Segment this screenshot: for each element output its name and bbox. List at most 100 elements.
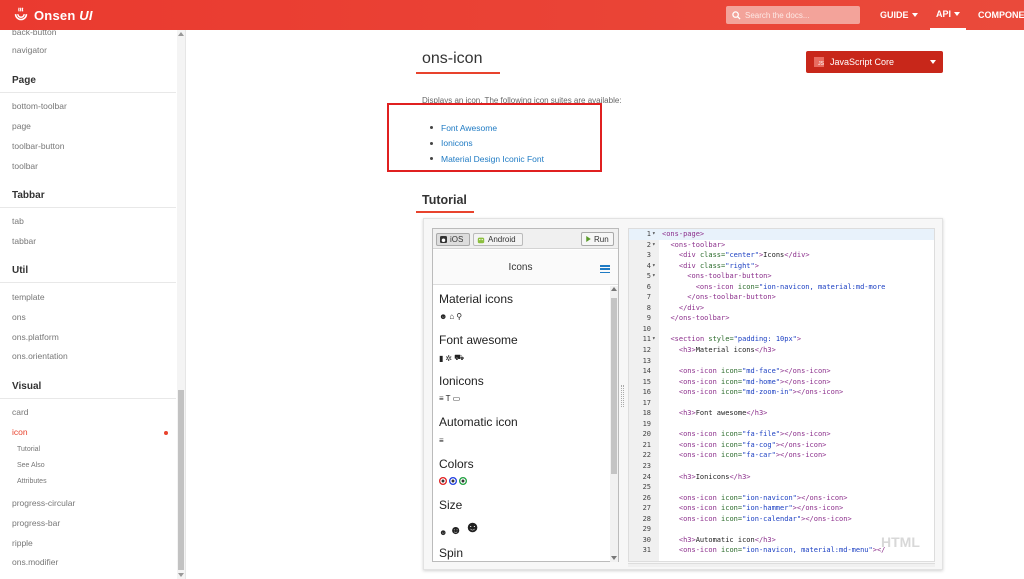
code-line[interactable]: 25 — [629, 482, 934, 493]
nav-guide[interactable]: GUIDE — [880, 0, 918, 30]
code-line[interactable]: 1 ▾ <ons-page> — [629, 229, 934, 240]
sidebar-item-ons-platform[interactable]: ons.platform — [12, 332, 59, 342]
sidebar-subitem-see-also[interactable]: See Also — [17, 462, 45, 469]
sidebar-item-tabbar[interactable]: tabbar — [12, 236, 36, 246]
sidebar-item-card[interactable]: card — [12, 407, 29, 417]
heading-font-awesome: Font awesome — [439, 333, 518, 347]
sidebar-item-progress-circular[interactable]: progress-circular — [12, 498, 75, 508]
scrollbar-thumb[interactable] — [178, 390, 184, 570]
ios-button[interactable]: iOS — [436, 233, 470, 246]
code-line[interactable]: 19 — [629, 419, 934, 430]
chevron-down-icon — [911, 13, 918, 17]
run-button[interactable]: Run — [581, 232, 614, 246]
code-line[interactable]: 13 — [629, 356, 934, 367]
sidebar-item-tab[interactable]: tab — [12, 216, 24, 226]
sidebar-item-back-button[interactable]: back-button — [12, 30, 56, 37]
code-line[interactable]: 17 — [629, 398, 934, 409]
language-select[interactable]: JS JavaScript Core — [806, 51, 943, 73]
sidebar-section-util: Util — [12, 265, 29, 276]
code-line[interactable]: 10 — [629, 324, 934, 335]
nav-components[interactable]: COMPONE — [978, 0, 1024, 30]
sidebar-subitem-tutorial[interactable]: Tutorial — [17, 446, 40, 453]
code-line[interactable]: 24 <h3>Ionicons</h3> — [629, 472, 934, 483]
menu-icon[interactable] — [600, 265, 610, 274]
code-line[interactable]: 15 <ons-icon icon="md-home"></ons-icon> — [629, 377, 934, 388]
chevron-down-icon — [930, 60, 936, 64]
fold-arrow-icon[interactable]: ▾ — [652, 261, 656, 272]
line-number: 20 — [642, 430, 651, 439]
sidebar-item-page[interactable]: page — [12, 121, 31, 131]
sidebar-item-icon[interactable]: icon — [12, 427, 28, 437]
size-icons-row: ☻ ☻ ☻ — [439, 519, 481, 537]
scrollbar-thumb[interactable] — [611, 298, 617, 474]
code-line[interactable]: 4 ▾ <div class="right"> — [629, 261, 934, 272]
code-line[interactable]: 3 <div class="center">Icons</div> — [629, 250, 934, 261]
code-line[interactable]: 28 <ons-icon icon="ion-calendar"></ons-i… — [629, 514, 934, 525]
fold-arrow-icon[interactable]: ▾ — [652, 240, 656, 251]
code-line[interactable]: 9 </ons-toolbar> — [629, 313, 934, 324]
sidebar-item-bottom-toolbar[interactable]: bottom-toolbar — [12, 101, 67, 111]
line-number: 17 — [642, 398, 651, 407]
code-line[interactable]: 12 <h3>Material icons</h3> — [629, 345, 934, 356]
code-line[interactable]: 20 <ons-icon icon="fa-file"></ons-icon> — [629, 429, 934, 440]
preview-scrollbar[interactable] — [610, 286, 618, 562]
code-line[interactable]: 26 <ons-icon icon="ion-navicon"></ons-ic… — [629, 493, 934, 504]
file-icon: ▮ — [439, 354, 444, 363]
scroll-down-arrow-icon[interactable] — [178, 573, 184, 577]
material-icons-row: ☻ ⌂ ⚲ — [439, 312, 462, 321]
scroll-down-arrow-icon[interactable] — [611, 556, 617, 560]
sidebar-item-toolbar-button[interactable]: toolbar-button — [12, 141, 64, 151]
line-number: 11 — [642, 335, 651, 344]
title-underline — [416, 72, 500, 74]
code-line[interactable]: 7 </ons-toolbar-button> — [629, 292, 934, 303]
code-line[interactable]: 2 ▾ <ons-toolbar> — [629, 240, 934, 251]
sidebar-item-ons-orientation[interactable]: ons.orientation — [12, 351, 68, 361]
fold-arrow-icon[interactable]: ▾ — [652, 271, 656, 282]
sidebar-item-progress-bar[interactable]: progress-bar — [12, 518, 60, 528]
face-icon-small: ☻ — [439, 528, 448, 537]
code-line[interactable]: 16 <ons-icon icon="md-zoom-in"></ons-ico… — [629, 387, 934, 398]
code-line[interactable]: 22 <ons-icon icon="fa-car"></ons-icon> — [629, 450, 934, 461]
fold-arrow-icon[interactable]: ▾ — [652, 334, 656, 345]
nav-api[interactable]: API — [930, 0, 967, 30]
code-line[interactable]: 21 <ons-icon icon="fa-cog"></ons-icon> — [629, 440, 934, 451]
sidebar-item-template[interactable]: template — [12, 292, 45, 302]
code-line[interactable]: 14 <ons-icon icon="md-face"></ons-icon> — [629, 366, 934, 377]
fold-arrow-icon[interactable]: ▾ — [652, 229, 656, 240]
divider — [0, 207, 176, 208]
code-editor[interactable]: 1 ▾ <ons-page> 2 ▾ <ons-toolbar> 3 <div class… — [628, 228, 935, 562]
sidebar-section-visual: Visual — [12, 381, 42, 392]
sidebar-item-toolbar[interactable]: toolbar — [12, 161, 38, 171]
sidebar-item-ripple[interactable]: ripple — [12, 538, 33, 548]
code-line[interactable]: 5 ▾ <ons-toolbar-button> — [629, 271, 934, 282]
search-box[interactable] — [726, 6, 860, 24]
code-line[interactable]: 11 ▾ <section style="padding: 10px"> — [629, 334, 934, 345]
editor-horizontal-scrollbar[interactable] — [628, 563, 935, 567]
code-line[interactable]: 27 <ons-icon icon="ion-hammer"></ons-ico… — [629, 503, 934, 514]
scroll-up-arrow-icon[interactable] — [611, 287, 617, 291]
line-number: 27 — [642, 504, 651, 513]
code-line[interactable]: 8 </div> — [629, 303, 934, 314]
preview-toolbar-title: Icons — [508, 262, 533, 273]
sidebar-subitem-attributes[interactable]: Attributes — [17, 478, 47, 485]
apple-icon — [440, 236, 447, 243]
android-button[interactable]: Android — [473, 233, 523, 246]
code-line[interactable]: 23 — [629, 461, 934, 472]
line-number: 19 — [642, 419, 651, 428]
scroll-up-arrow-icon[interactable] — [178, 32, 184, 36]
sidebar-item-ons[interactable]: ons — [12, 312, 26, 322]
search-input[interactable] — [745, 10, 855, 20]
code-line[interactable]: 6 <ons-icon icon="ion-navicon, material:… — [629, 282, 934, 293]
code-line[interactable]: 18 <h3>Font awesome</h3> — [629, 408, 934, 419]
line-number: 2 — [646, 240, 651, 249]
sidebar-scrollbar[interactable] — [177, 30, 185, 579]
code-text: <ons-icon icon="fa-cog"></ons-icon> — [678, 440, 827, 449]
green-face-icon — [459, 477, 467, 485]
sidebar-item-navigator[interactable]: navigator — [12, 45, 47, 55]
onsen-ui-logo[interactable]: Onsen UI — [12, 6, 93, 24]
pane-splitter-handle[interactable] — [621, 385, 624, 407]
line-number: 18 — [642, 409, 651, 418]
logo-text: Onsen UI — [34, 7, 93, 23]
search-icon — [732, 10, 741, 20]
sidebar-item-ons-modifier[interactable]: ons.modifier — [12, 557, 58, 567]
